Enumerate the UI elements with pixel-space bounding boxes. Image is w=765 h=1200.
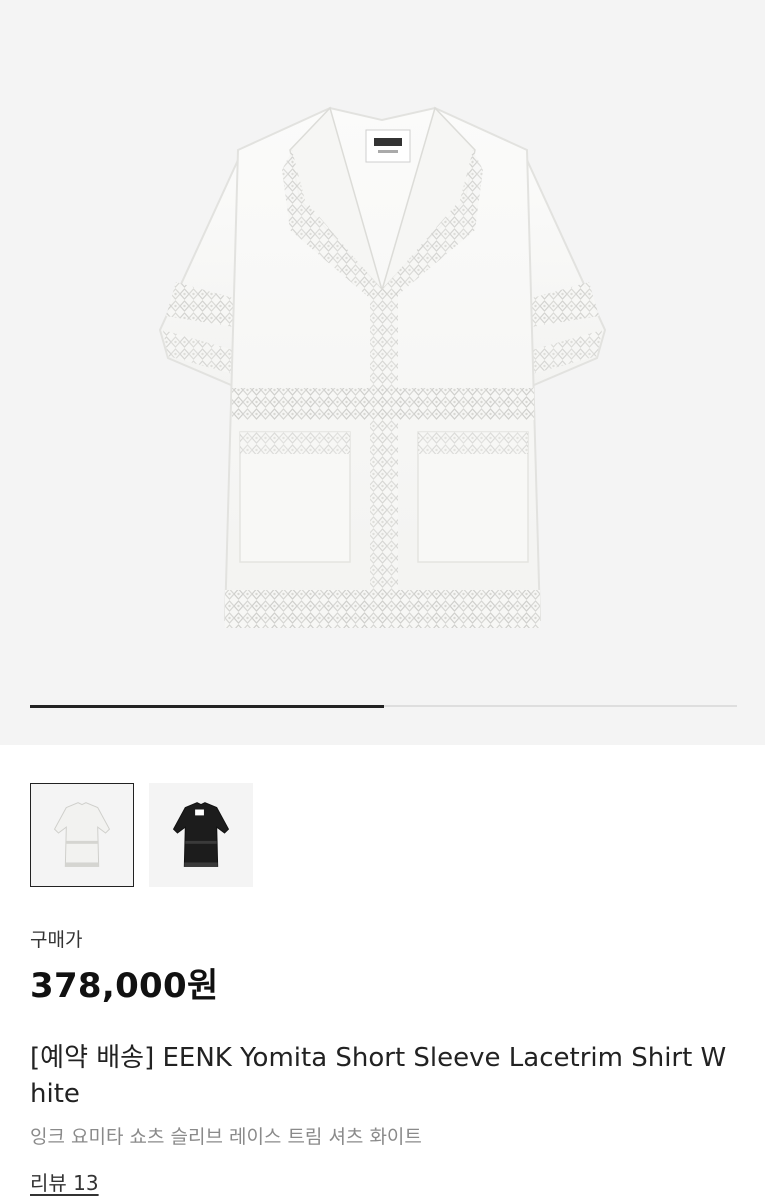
- white-shirt-thumbnail-icon: [53, 802, 111, 867]
- product-price: 378,000원: [30, 966, 219, 1006]
- review-link[interactable]: 리뷰 13: [30, 1167, 99, 1196]
- gallery-progress-indicator: [30, 704, 384, 708]
- price-label: 구매가: [30, 929, 83, 951]
- thumbnail-list: [30, 783, 253, 887]
- product-image-gallery[interactable]: [0, 0, 765, 745]
- product-subtitle: 잉크 요미타 쇼츠 슬리브 레이스 트림 셔츠 화이트: [30, 1126, 422, 1148]
- gallery-progress-track: [30, 704, 737, 708]
- main-product-image[interactable]: [0, 0, 765, 690]
- black-shirt-thumbnail-icon: [172, 802, 230, 867]
- thumbnail-black[interactable]: [149, 783, 253, 887]
- product-title: [예약 배송] EENK Yomita Short Sleeve Lacetri…: [30, 1043, 727, 1109]
- thumbnail-white[interactable]: [30, 783, 134, 887]
